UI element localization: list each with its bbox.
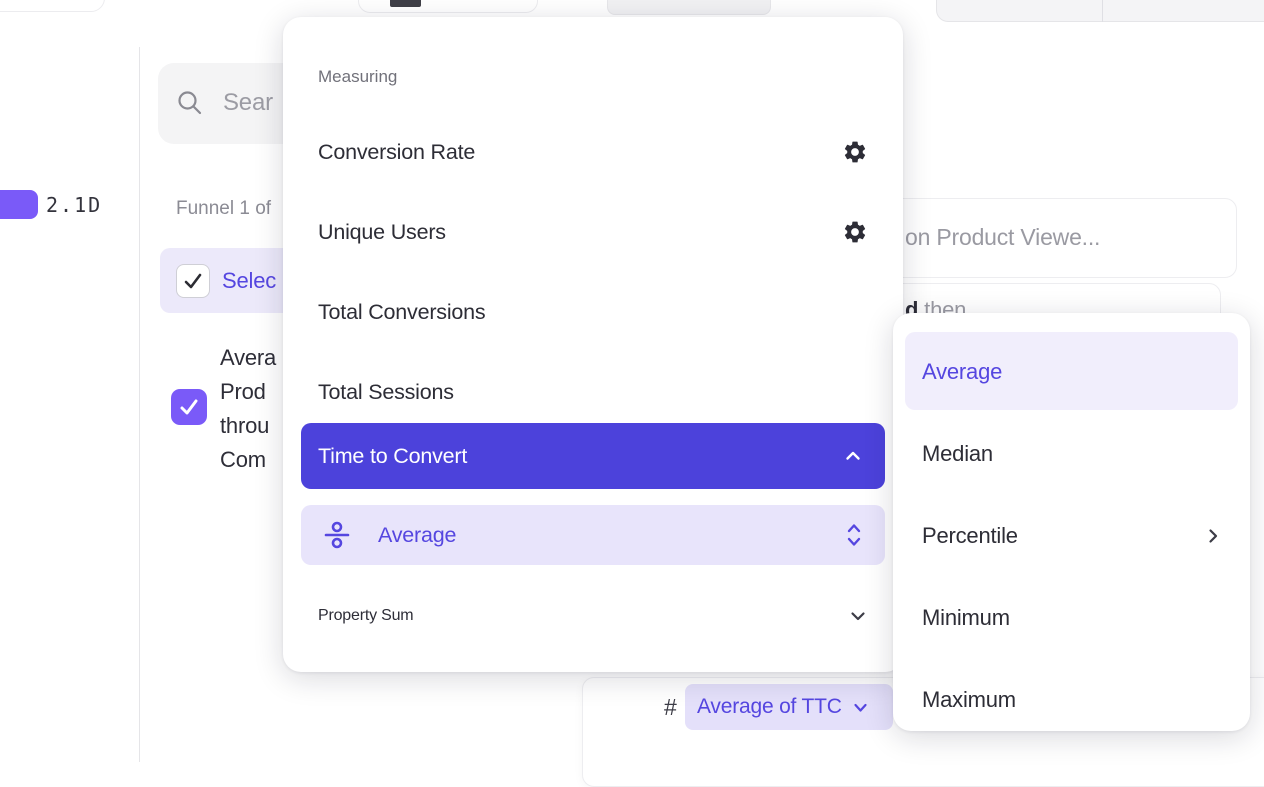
menu-item-property-sum[interactable]: Property Sum xyxy=(318,594,868,638)
numeric-type-indicator: # xyxy=(664,694,677,721)
aggregation-item-maximum[interactable]: Maximum xyxy=(922,678,1222,722)
funnel-step-badge-label: 2.1D xyxy=(46,193,102,217)
menu-item-label: Conversion Rate xyxy=(318,140,475,165)
checkmark-icon xyxy=(182,270,204,292)
menu-item-label: Property Sum xyxy=(318,607,413,625)
top-dark-bar-fragment xyxy=(390,0,421,7)
aggregation-item-median[interactable]: Median xyxy=(922,432,1222,476)
average-of-ttc-label: Average of TTC xyxy=(697,695,842,719)
chevron-down-icon xyxy=(848,606,868,626)
chevron-down-icon xyxy=(852,699,869,716)
aggregation-menu: Average Median Percentile Minimum Maximu… xyxy=(893,313,1250,731)
aggregation-item-label: Minimum xyxy=(922,605,1010,631)
chevron-updown-icon xyxy=(845,522,863,548)
search-icon xyxy=(176,89,203,116)
funnel-count-label: Funnel 1 of xyxy=(176,198,271,220)
average-divide-icon xyxy=(322,520,352,550)
aggregation-item-minimum[interactable]: Minimum xyxy=(922,596,1222,640)
aggregation-item-label: Average xyxy=(922,359,1002,385)
menu-item-time-to-convert-selected[interactable]: Time to Convert xyxy=(301,423,885,489)
menu-item-label: Total Conversions xyxy=(318,300,486,325)
search-placeholder: Sear xyxy=(223,89,273,117)
checkmark-icon xyxy=(177,395,201,419)
segmented-control-divider xyxy=(1102,0,1103,22)
measuring-section-label: Measuring xyxy=(318,67,397,87)
top-center-card-fragment xyxy=(358,0,538,13)
funnel-step-badge[interactable] xyxy=(0,190,38,219)
average-of-ttc-dropdown[interactable]: Average of TTC xyxy=(685,684,893,730)
aggregation-item-average[interactable]: Average xyxy=(922,350,1222,394)
chevron-up-icon xyxy=(843,446,863,466)
top-gray-button-fragment[interactable] xyxy=(607,0,771,15)
menu-item-label: Time to Convert xyxy=(318,444,467,469)
menu-item-unique-users[interactable]: Unique Users xyxy=(318,210,868,254)
funnel-checkbox-checked[interactable] xyxy=(176,264,210,298)
aggregation-item-label: Maximum xyxy=(922,687,1016,713)
menu-item-total-conversions[interactable]: Total Conversions xyxy=(318,290,868,334)
menu-item-label: Unique Users xyxy=(318,220,446,245)
menu-item-total-sessions[interactable]: Total Sessions xyxy=(318,370,868,414)
aggregation-item-percentile[interactable]: Percentile xyxy=(922,514,1222,558)
top-left-card-fragment xyxy=(0,0,105,12)
gear-icon[interactable] xyxy=(842,139,868,165)
measuring-menu: Measuring Conversion Rate Unique Users T… xyxy=(283,17,903,672)
submenu-item-average[interactable]: Average xyxy=(301,505,885,565)
metric-checkbox-checked[interactable] xyxy=(171,389,207,425)
event-card-label: on Product Viewe... xyxy=(905,224,1100,251)
selected-funnel-label: Selec xyxy=(222,268,276,294)
metric-description-text: Avera Prod throu Com xyxy=(220,341,290,477)
menu-item-label: Total Sessions xyxy=(318,380,454,405)
segmented-control-fragment[interactable] xyxy=(936,0,1264,22)
submenu-item-label: Average xyxy=(378,523,845,548)
aggregation-item-label: Median xyxy=(922,441,993,467)
sidebar-divider xyxy=(139,47,140,762)
gear-icon[interactable] xyxy=(842,219,868,245)
aggregation-item-label: Percentile xyxy=(922,523,1018,549)
menu-item-conversion-rate[interactable]: Conversion Rate xyxy=(318,130,868,174)
chevron-right-icon xyxy=(1204,527,1222,545)
